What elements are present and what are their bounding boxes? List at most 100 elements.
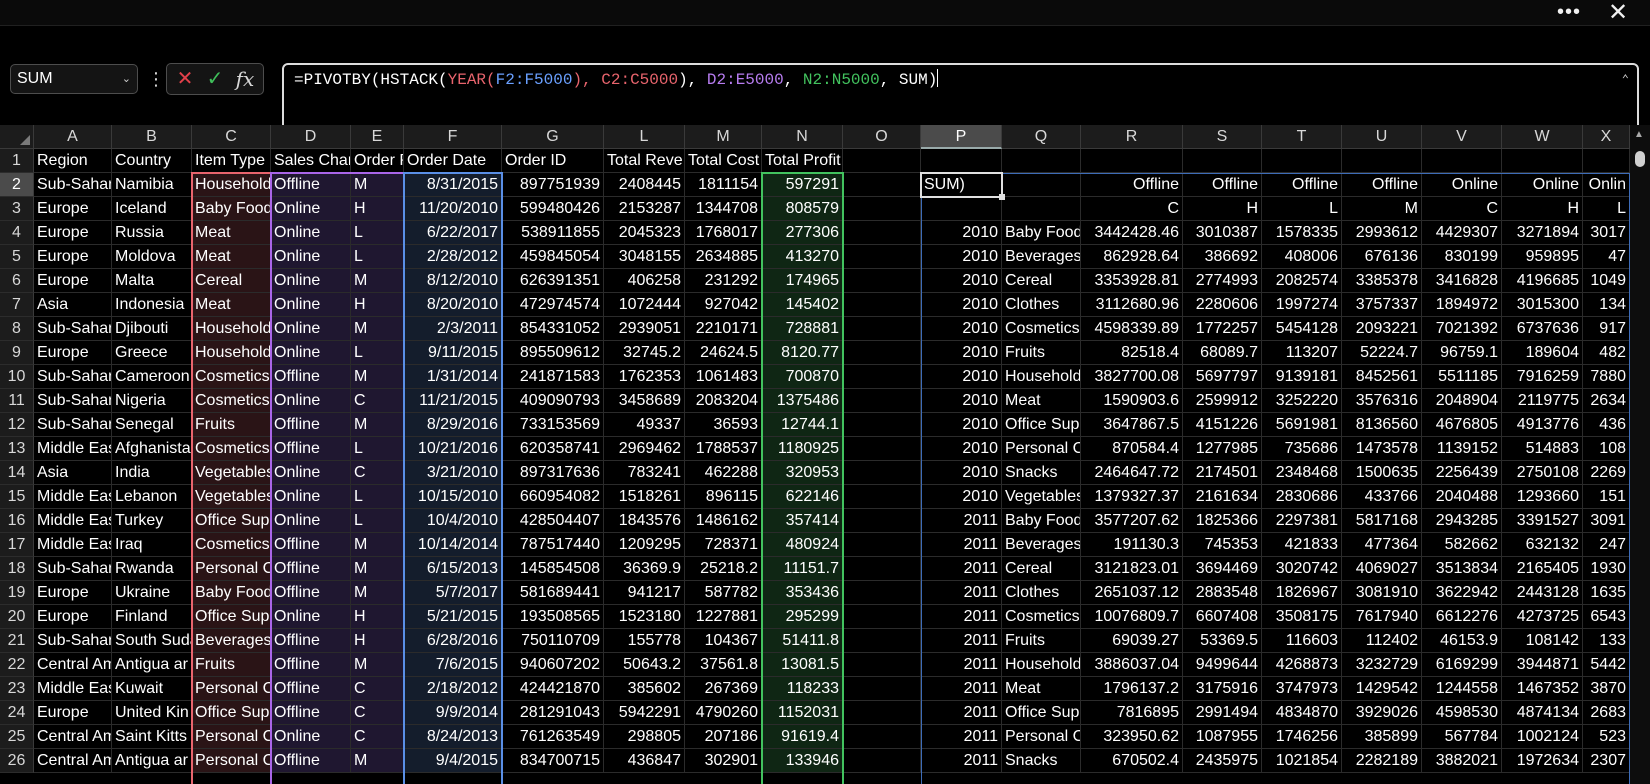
cell-s7[interactable]: 2280606	[1183, 293, 1262, 317]
cell-g26[interactable]: 834700715	[502, 749, 604, 773]
cell-q1[interactable]	[1002, 149, 1081, 173]
cell-n24[interactable]: 1152031	[762, 701, 843, 725]
cell-d10[interactable]: Offline	[271, 365, 351, 389]
cell-w2[interactable]: Online	[1502, 173, 1583, 197]
cell-c26[interactable]: Personal C	[192, 749, 271, 773]
cell-a15[interactable]: Middle East	[34, 485, 112, 509]
cell-s23[interactable]: 3175916	[1183, 677, 1262, 701]
cell-r23[interactable]: 1796137.2	[1081, 677, 1183, 701]
cell-w15[interactable]: 1293660	[1502, 485, 1583, 509]
cell-n1[interactable]: Total Profit	[762, 149, 843, 173]
cell-c20[interactable]: Office Sup	[192, 605, 271, 629]
cell-a8[interactable]: Sub-Sahara	[34, 317, 112, 341]
cell-o5[interactable]	[843, 245, 921, 269]
row-header[interactable]: 25	[0, 725, 34, 749]
cell-e9[interactable]: L	[351, 341, 404, 365]
cell-n17[interactable]: 480924	[762, 533, 843, 557]
cell-x1[interactable]	[1583, 149, 1630, 173]
cell-o16[interactable]	[843, 509, 921, 533]
cell-a6[interactable]: Europe	[34, 269, 112, 293]
cell-o20[interactable]	[843, 605, 921, 629]
cell-e22[interactable]: M	[351, 653, 404, 677]
cell-c4[interactable]: Meat	[192, 221, 271, 245]
cell-r7[interactable]: 3112680.96	[1081, 293, 1183, 317]
cell-b4[interactable]: Russia	[112, 221, 192, 245]
cell-m1[interactable]: Total Cost	[685, 149, 762, 173]
cell-t14[interactable]: 2348468	[1262, 461, 1342, 485]
cell-q4[interactable]: Baby Food	[1002, 221, 1081, 245]
cell-q17[interactable]: Beverages	[1002, 533, 1081, 557]
cell-x4[interactable]: 3017	[1583, 221, 1630, 245]
cell-o11[interactable]	[843, 389, 921, 413]
cell-l11[interactable]: 3458689	[604, 389, 685, 413]
cell-g19[interactable]: 581689441	[502, 581, 604, 605]
cell-d4[interactable]: Online	[271, 221, 351, 245]
cell-n25[interactable]: 91619.4	[762, 725, 843, 749]
cell-o1[interactable]	[843, 149, 921, 173]
cell-x17[interactable]: 247	[1583, 533, 1630, 557]
cell-q6[interactable]: Cereal	[1002, 269, 1081, 293]
cell-d26[interactable]: Offline	[271, 749, 351, 773]
cell-b25[interactable]: Saint Kitts	[112, 725, 192, 749]
cell-w21[interactable]: 108142	[1502, 629, 1583, 653]
cell-c5[interactable]: Meat	[192, 245, 271, 269]
cell-v21[interactable]: 46153.9	[1422, 629, 1502, 653]
cell-p5[interactable]: 2010	[921, 245, 1002, 269]
cell-x21[interactable]: 133	[1583, 629, 1630, 653]
row-header[interactable]: 9	[0, 341, 34, 365]
cell-n23[interactable]: 118233	[762, 677, 843, 701]
cell-x19[interactable]: 1635	[1583, 581, 1630, 605]
cell-e5[interactable]: L	[351, 245, 404, 269]
cell-p15[interactable]: 2010	[921, 485, 1002, 509]
cell-d18[interactable]: Offline	[271, 557, 351, 581]
row-header[interactable]: 20	[0, 605, 34, 629]
cell-f5[interactable]: 2/28/2012	[404, 245, 502, 269]
column-header-t[interactable]: T	[1262, 125, 1342, 149]
cell-b22[interactable]: Antigua ar	[112, 653, 192, 677]
cell-n15[interactable]: 622146	[762, 485, 843, 509]
column-header-d[interactable]: D	[271, 125, 351, 149]
cell-r2[interactable]: Offline	[1081, 173, 1183, 197]
cell-r12[interactable]: 3647867.5	[1081, 413, 1183, 437]
cell-e19[interactable]: M	[351, 581, 404, 605]
cell-f14[interactable]: 3/21/2010	[404, 461, 502, 485]
cell-n10[interactable]: 700870	[762, 365, 843, 389]
cell-r6[interactable]: 3353928.81	[1081, 269, 1183, 293]
cell-e12[interactable]: M	[351, 413, 404, 437]
row-header[interactable]: 14	[0, 461, 34, 485]
cell-r21[interactable]: 69039.27	[1081, 629, 1183, 653]
cell-s6[interactable]: 2774993	[1183, 269, 1262, 293]
cell-n14[interactable]: 320953	[762, 461, 843, 485]
cell-m12[interactable]: 36593	[685, 413, 762, 437]
cell-w1[interactable]	[1502, 149, 1583, 173]
cell-w16[interactable]: 3391527	[1502, 509, 1583, 533]
cell-f25[interactable]: 8/24/2013	[404, 725, 502, 749]
cell-p19[interactable]: 2011	[921, 581, 1002, 605]
cell-u14[interactable]: 1500635	[1342, 461, 1422, 485]
cell-d5[interactable]: Online	[271, 245, 351, 269]
cell-p14[interactable]: 2010	[921, 461, 1002, 485]
cell-s5[interactable]: 386692	[1183, 245, 1262, 269]
cell-v7[interactable]: 1894972	[1422, 293, 1502, 317]
cell-v4[interactable]: 4429307	[1422, 221, 1502, 245]
cell-s21[interactable]: 53369.5	[1183, 629, 1262, 653]
scrollbar-thumb[interactable]	[1635, 151, 1645, 167]
column-header-a[interactable]: A	[34, 125, 112, 149]
cell-s12[interactable]: 4151226	[1183, 413, 1262, 437]
cell-m23[interactable]: 267369	[685, 677, 762, 701]
row-header[interactable]: 23	[0, 677, 34, 701]
cell-x2[interactable]: Onlin	[1583, 173, 1630, 197]
cell-b15[interactable]: Lebanon	[112, 485, 192, 509]
row-header[interactable]: 11	[0, 389, 34, 413]
cell-f21[interactable]: 6/28/2016	[404, 629, 502, 653]
cell-m13[interactable]: 1788537	[685, 437, 762, 461]
cell-s19[interactable]: 2883548	[1183, 581, 1262, 605]
cell-q2[interactable]	[1002, 173, 1081, 197]
cell-d3[interactable]: Online	[271, 197, 351, 221]
cell-s3[interactable]: H	[1183, 197, 1262, 221]
cell-v8[interactable]: 7021392	[1422, 317, 1502, 341]
cell-s25[interactable]: 1087955	[1183, 725, 1262, 749]
cell-e21[interactable]: H	[351, 629, 404, 653]
cell-a13[interactable]: Middle East	[34, 437, 112, 461]
cell-n8[interactable]: 728881	[762, 317, 843, 341]
